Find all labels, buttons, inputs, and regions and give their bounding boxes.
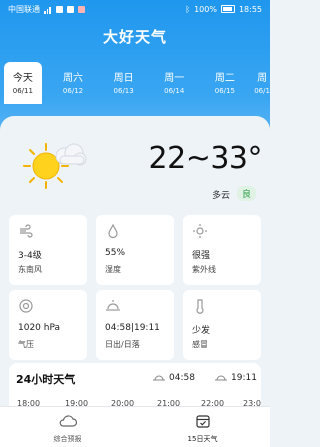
day-tab[interactable]: 周一 06/14 bbox=[149, 62, 200, 104]
aqi-badge[interactable]: 良 bbox=[236, 186, 256, 201]
notification-icon-2 bbox=[66, 5, 74, 13]
sunrise-time: 04:58 bbox=[169, 373, 195, 383]
app-title: 大好天气 bbox=[102, 28, 167, 46]
sun-uv-icon bbox=[193, 224, 207, 238]
detail-value: 3-4级 bbox=[18, 251, 42, 261]
detail-label: 东南风 bbox=[18, 265, 42, 274]
detail-label: 湿度 bbox=[105, 265, 121, 274]
carrier-label: 中国联通 bbox=[8, 4, 40, 14]
pressure-icon bbox=[19, 299, 33, 313]
sunrise-icon bbox=[106, 300, 120, 311]
notification-icon-3 bbox=[77, 5, 85, 13]
bluetooth-icon: ᛒ bbox=[185, 4, 191, 14]
weather-condition: 多云 bbox=[211, 191, 230, 201]
day-tab-label: 周二 bbox=[214, 73, 235, 84]
nav-15day[interactable]: 15日天气 bbox=[135, 407, 270, 447]
calendar-icon bbox=[195, 415, 210, 428]
day-tab-date: 06/14 bbox=[164, 87, 185, 95]
nav-forecast[interactable]: 综合预报 bbox=[0, 407, 135, 447]
battery-icon bbox=[220, 5, 235, 13]
nav-label: 15日天气 bbox=[187, 435, 218, 443]
status-bar: 中国联通 ᛒ 100% 18:55 bbox=[0, 0, 270, 18]
feel-icon bbox=[196, 299, 204, 314]
detail-cold: 少发 感冒 bbox=[183, 290, 261, 360]
day-tab-date: 06/15 bbox=[214, 87, 235, 95]
sunset-time: 19:11 bbox=[231, 373, 257, 383]
detail-wind: 3-4级 东南风 bbox=[9, 215, 87, 285]
day-tab-date: 06/11 bbox=[12, 87, 33, 95]
notification-icon bbox=[55, 5, 63, 13]
day-tab-label: 今天 bbox=[12, 73, 33, 84]
bottom-nav: 综合预报 15日天气 bbox=[0, 406, 270, 447]
sunrise-small-icon bbox=[153, 375, 165, 381]
detail-sunrise: 04:58|19:11 日出/日落 bbox=[96, 290, 174, 360]
detail-label: 气压 bbox=[18, 340, 34, 349]
day-tab-label: 周日 bbox=[113, 73, 134, 84]
day-tab-label: 周一 bbox=[164, 73, 185, 84]
day-tab-date: 06/12 bbox=[62, 87, 84, 95]
clock: 18:55 bbox=[238, 4, 262, 14]
detail-value: 很强 bbox=[192, 251, 211, 261]
day-tab[interactable]: 周二 06/15 bbox=[200, 62, 251, 104]
wind-icon bbox=[20, 224, 33, 238]
detail-humidity: 55% 湿度 bbox=[96, 215, 174, 285]
detail-value: 55% bbox=[105, 248, 126, 258]
day-tab[interactable]: 周日 06/13 bbox=[98, 62, 149, 104]
day-tabs: 今天 06/11 周六 06/12 周日 06/13 周一 06/14 周二 0… bbox=[4, 62, 274, 106]
day-tab-label: 周 bbox=[257, 73, 268, 84]
detail-label: 日出/日落 bbox=[105, 340, 140, 349]
signal-icon bbox=[44, 5, 52, 14]
battery-percent: 100% bbox=[194, 4, 217, 14]
sun-cloud-icon bbox=[23, 143, 87, 189]
detail-value: 少发 bbox=[192, 326, 211, 336]
detail-value: 04:58|19:11 bbox=[105, 323, 160, 333]
day-tab-date: 06/1 bbox=[254, 87, 270, 95]
hourly-title: 24小时天气 bbox=[16, 373, 76, 386]
cloud-icon bbox=[59, 415, 77, 427]
day-tab-today[interactable]: 今天 06/11 bbox=[4, 62, 42, 104]
day-tab-label: 周六 bbox=[63, 73, 84, 84]
day-tab-date: 06/13 bbox=[113, 87, 134, 95]
day-tab[interactable]: 周 06/1 bbox=[250, 62, 274, 104]
day-tab[interactable]: 周六 06/12 bbox=[48, 62, 99, 104]
detail-pressure: 1020 hPa 气压 bbox=[9, 290, 87, 360]
nav-label: 综合预报 bbox=[53, 435, 82, 443]
detail-label: 感冒 bbox=[192, 340, 208, 349]
detail-value: 1020 hPa bbox=[18, 323, 61, 333]
detail-label: 紫外线 bbox=[192, 265, 216, 274]
drop-icon bbox=[108, 223, 118, 239]
temperature-range: 22~33° bbox=[148, 141, 263, 176]
sunset-small-icon bbox=[215, 375, 227, 381]
detail-uv: 很强 紫外线 bbox=[183, 215, 261, 285]
